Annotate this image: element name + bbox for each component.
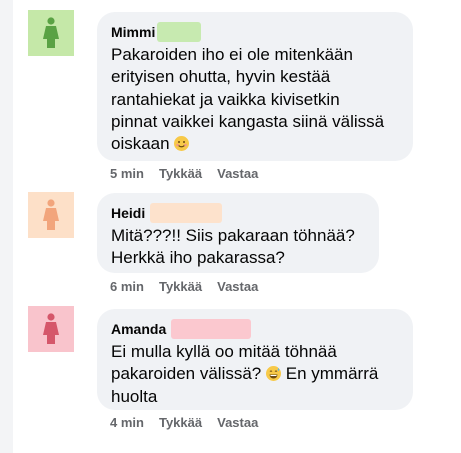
comment-bubble: Heidi Mitä???!! Siis pakaraan töhnää? He… <box>97 193 379 273</box>
person-icon <box>43 17 59 48</box>
like-button[interactable]: Tykkää <box>159 415 202 430</box>
redacted-name <box>171 319 252 339</box>
redacted-name <box>150 203 223 223</box>
smiling-face-icon <box>174 136 190 152</box>
redacted-name <box>157 22 202 42</box>
comment-text: Mitä???!! Siis pakaraan töhnää? Herkkä i… <box>111 226 355 268</box>
reply-button[interactable]: Vastaa <box>217 279 258 294</box>
comment-time[interactable]: 4 min <box>110 415 144 430</box>
like-button[interactable]: Tykkää <box>159 166 202 181</box>
reply-button[interactable]: Vastaa <box>217 166 258 181</box>
comment-text: Pakaroiden iho ei ole mitenkään erityise… <box>111 45 385 154</box>
comment-meta: 6 min Tykkää Vastaa <box>110 279 258 294</box>
avatar[interactable] <box>28 192 74 238</box>
avatar[interactable] <box>28 306 74 352</box>
comment-meta: 4 min Tykkää Vastaa <box>110 415 258 430</box>
person-icon <box>43 199 59 230</box>
comment-time[interactable]: 5 min <box>110 166 144 181</box>
grinning-sweat-face-icon <box>266 366 281 382</box>
reply-button[interactable]: Vastaa <box>217 415 258 430</box>
commenter-name[interactable]: Amanda <box>111 321 166 337</box>
comment-meta: 5 min Tykkää Vastaa <box>110 166 258 181</box>
comment-bubble: Amanda Ei mulla kyllä oo mitää töhnää pa… <box>97 309 413 410</box>
commenter-name[interactable]: Mimmi <box>111 24 155 40</box>
comment-bubble: Mimmi Pakaroiden iho ei ole mitenkään er… <box>97 12 413 161</box>
like-button[interactable]: Tykkää <box>159 279 202 294</box>
commenter-name[interactable]: Heidi <box>111 205 145 221</box>
comment-time[interactable]: 6 min <box>110 279 144 294</box>
avatar[interactable] <box>28 10 74 56</box>
comment-text: Ei mulla kyllä oo mitää töhnää pakaroide… <box>111 342 379 406</box>
person-icon <box>43 313 59 344</box>
